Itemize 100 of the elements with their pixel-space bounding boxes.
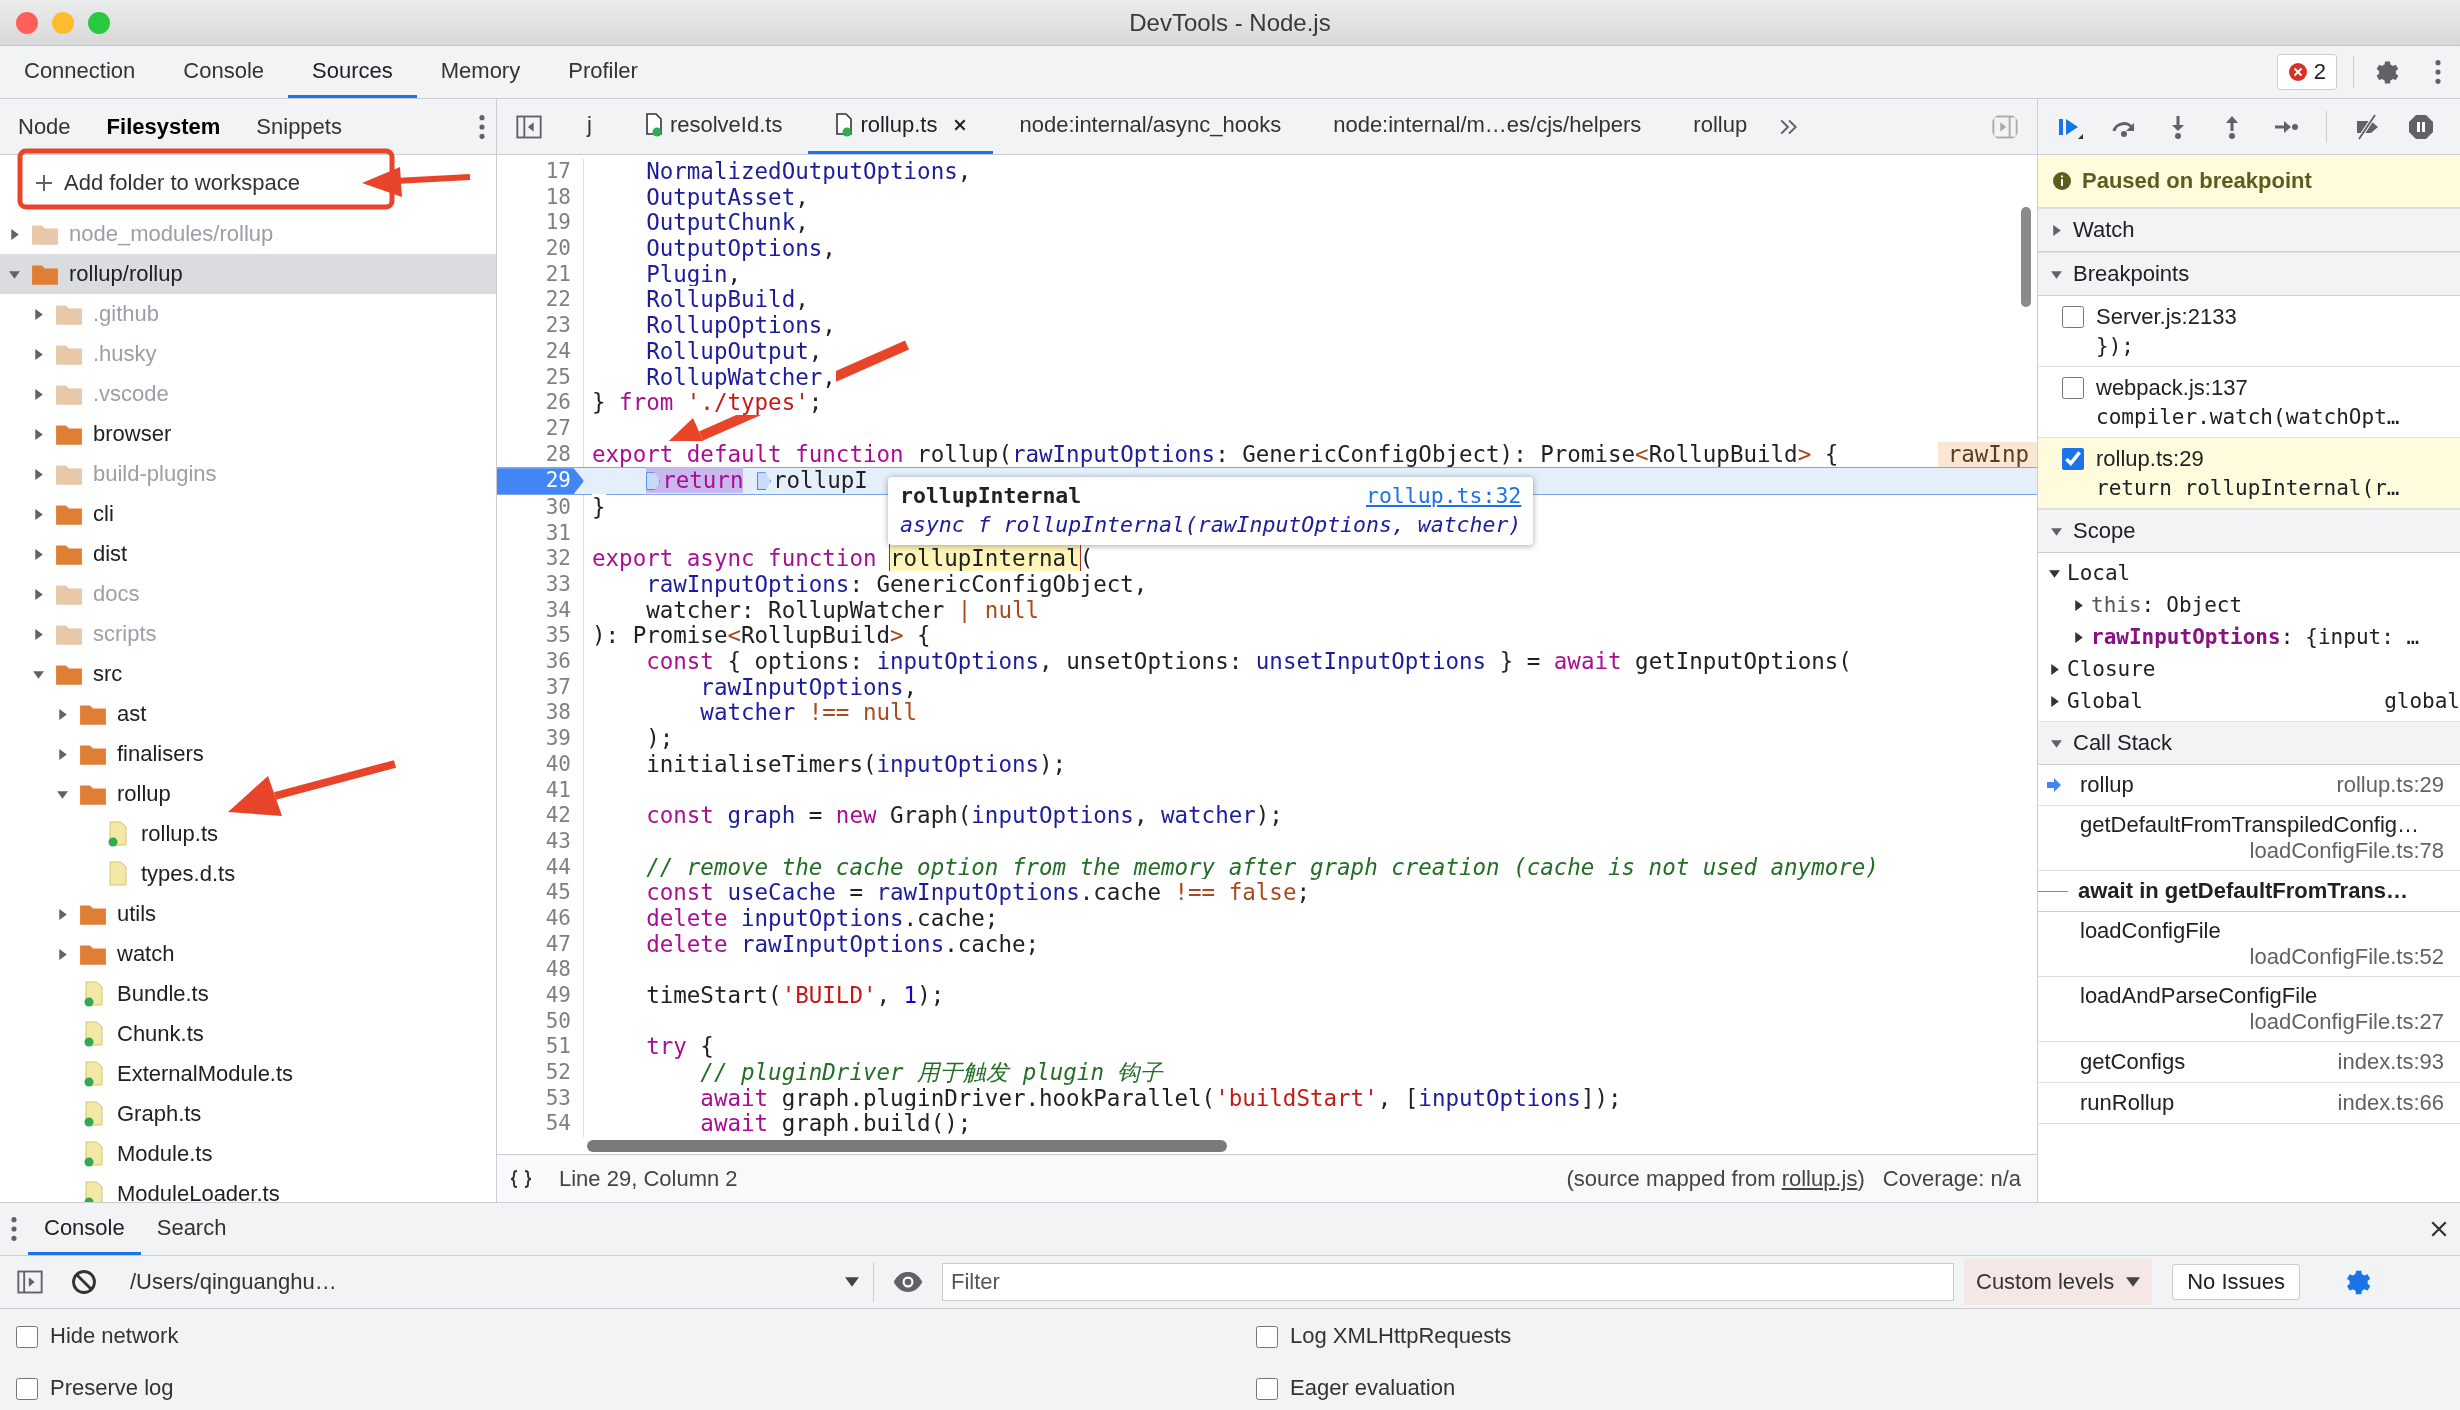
close-icon[interactable] bbox=[2430, 1220, 2448, 1238]
tree-item[interactable]: Chunk.ts bbox=[0, 1014, 496, 1054]
drawer-tab[interactable]: Search bbox=[140, 1203, 243, 1255]
option-checkbox[interactable] bbox=[1256, 1378, 1278, 1400]
tree-item[interactable]: rollup/rollup bbox=[0, 254, 496, 294]
disclosure-triangle-icon[interactable] bbox=[32, 387, 45, 401]
disclosure-triangle-icon[interactable] bbox=[2048, 662, 2061, 676]
line-number[interactable]: 51 bbox=[497, 1034, 584, 1061]
option-checkbox[interactable] bbox=[1256, 1326, 1278, 1348]
line-number[interactable]: 31 bbox=[497, 520, 584, 547]
line-number[interactable]: 18 bbox=[497, 184, 584, 211]
editor-tab[interactable]: rollup bbox=[1667, 99, 1774, 154]
eye-icon[interactable] bbox=[892, 1271, 924, 1293]
breakpoint-checkbox[interactable] bbox=[2062, 306, 2084, 328]
context-selector[interactable]: /Users/qinguanghu… bbox=[124, 1262, 874, 1302]
line-number[interactable]: 34 bbox=[497, 597, 584, 624]
more-tabs-icon[interactable] bbox=[1779, 117, 1800, 136]
disclosure-triangle-icon[interactable] bbox=[8, 227, 21, 241]
option-checkbox[interactable] bbox=[16, 1378, 38, 1400]
disclosure-triangle-icon[interactable] bbox=[2072, 630, 2085, 644]
line-number[interactable]: 20 bbox=[497, 236, 584, 262]
breakpoint-item[interactable]: webpack.js:137 compiler.watch(watchOpt… bbox=[2038, 367, 2460, 438]
pretty-print-icon[interactable] bbox=[509, 1168, 533, 1189]
line-number[interactable]: 46 bbox=[497, 905, 584, 932]
tree-item[interactable]: rollup bbox=[0, 774, 496, 814]
tree-item[interactable]: types.d.ts bbox=[0, 854, 496, 894]
tree-item[interactable]: src bbox=[0, 654, 496, 694]
disclosure-triangle-icon[interactable] bbox=[2072, 598, 2085, 612]
section-header[interactable]: Call Stack bbox=[2038, 721, 2460, 765]
tree-item[interactable]: ModuleLoader.ts bbox=[0, 1174, 496, 1202]
tree-item[interactable]: rollup.ts bbox=[0, 814, 496, 854]
line-number[interactable]: 17 bbox=[497, 159, 584, 185]
log-levels-dropdown[interactable]: Custom levels bbox=[1964, 1259, 2153, 1305]
more-options-icon[interactable] bbox=[10, 1215, 18, 1243]
editor-tab[interactable]: rollup.ts bbox=[808, 99, 994, 154]
tree-item[interactable]: ast bbox=[0, 694, 496, 734]
line-number[interactable]: 39 bbox=[497, 726, 584, 752]
line-number[interactable]: 48 bbox=[497, 957, 584, 983]
tree-item[interactable]: Module.ts bbox=[0, 1134, 496, 1174]
navigator-tab[interactable]: Filesystem bbox=[88, 99, 239, 154]
pause-on-exceptions-icon[interactable] bbox=[2407, 112, 2435, 141]
disclosure-triangle-icon[interactable] bbox=[32, 507, 45, 521]
more-options-icon[interactable] bbox=[478, 112, 486, 141]
disclosure-triangle-icon[interactable] bbox=[32, 347, 45, 361]
line-number[interactable]: 52 bbox=[497, 1060, 584, 1086]
line-number[interactable]: 22 bbox=[497, 287, 584, 314]
line-number[interactable]: 27 bbox=[497, 415, 584, 442]
disclosure-triangle-icon[interactable] bbox=[32, 307, 45, 321]
scrollbar-thumb[interactable] bbox=[587, 1140, 1227, 1152]
section-header[interactable]: Scope bbox=[2038, 509, 2460, 553]
disclosure-triangle-icon[interactable] bbox=[2050, 223, 2063, 237]
line-number[interactable]: 47 bbox=[497, 931, 584, 958]
line-number[interactable]: 35 bbox=[497, 623, 584, 650]
sidebar-toggle-icon[interactable] bbox=[16, 1268, 44, 1296]
more-options-icon[interactable] bbox=[2434, 58, 2442, 86]
line-number[interactable]: 43 bbox=[497, 828, 584, 855]
scrollbar-thumb[interactable] bbox=[2021, 207, 2031, 307]
breakpoint-checkbox[interactable] bbox=[2062, 448, 2084, 470]
line-number[interactable]: 29 bbox=[497, 468, 584, 494]
option-checkbox[interactable] bbox=[16, 1326, 38, 1348]
add-folder-button[interactable]: Add folder to workspace bbox=[0, 155, 496, 210]
line-number[interactable]: 33 bbox=[497, 572, 584, 598]
close-icon[interactable] bbox=[953, 118, 968, 132]
call-frame[interactable]: getConfigs index.ts:93 bbox=[2038, 1042, 2460, 1083]
breakpoint-item[interactable]: rollup.ts:29 return rollupInternal(r… bbox=[2038, 438, 2460, 509]
tree-item[interactable]: finalisers bbox=[0, 734, 496, 774]
line-number[interactable]: 30 bbox=[497, 494, 584, 521]
line-number[interactable]: 49 bbox=[497, 983, 584, 1009]
call-frame[interactable]: await in getDefaultFromTrans… bbox=[2038, 871, 2460, 912]
line-number[interactable]: 40 bbox=[497, 751, 584, 778]
disclosure-triangle-icon[interactable] bbox=[56, 707, 69, 721]
line-number[interactable]: 21 bbox=[497, 261, 584, 288]
call-frame[interactable]: runRollup index.ts:66 bbox=[2038, 1083, 2460, 1124]
line-number[interactable]: 50 bbox=[497, 1008, 584, 1035]
panel-tab[interactable]: Connection bbox=[0, 46, 160, 98]
line-number[interactable]: 25 bbox=[497, 364, 584, 391]
tree-item[interactable]: Bundle.ts bbox=[0, 974, 496, 1014]
tree-item[interactable]: dist bbox=[0, 534, 496, 574]
disclosure-triangle-icon[interactable] bbox=[32, 627, 45, 641]
breakpoint-item[interactable]: Server.js:2133 }); bbox=[2038, 296, 2460, 367]
section-header[interactable]: Breakpoints bbox=[2038, 252, 2460, 296]
disclosure-triangle-icon[interactable] bbox=[56, 907, 69, 921]
line-number[interactable]: 23 bbox=[497, 313, 584, 339]
disclosure-triangle-icon[interactable] bbox=[2048, 694, 2061, 708]
line-number[interactable]: 45 bbox=[497, 880, 584, 906]
line-number[interactable]: 41 bbox=[497, 777, 584, 804]
editor-tab[interactable]: node:internal/m…es/cjs/helpers bbox=[1307, 99, 1668, 154]
section-header[interactable]: Watch bbox=[2038, 208, 2460, 252]
line-number[interactable]: 42 bbox=[497, 803, 584, 829]
error-count-badge[interactable]: 2 bbox=[2276, 54, 2337, 90]
issues-button[interactable]: No Issues bbox=[2172, 1264, 2300, 1300]
panel-tab[interactable]: Memory bbox=[416, 46, 545, 98]
disclosure-triangle-icon[interactable] bbox=[56, 747, 69, 761]
call-frame[interactable]: loadAndParseConfigFile loadConfigFile.ts:27 bbox=[2038, 977, 2460, 1042]
disclosure-triangle-icon[interactable] bbox=[32, 547, 45, 561]
navigator-tab[interactable]: Snippets bbox=[238, 99, 360, 154]
editor-tab[interactable]: resolveId.ts bbox=[617, 99, 809, 154]
disclosure-triangle-icon[interactable] bbox=[56, 947, 69, 961]
line-number[interactable]: 36 bbox=[497, 649, 584, 675]
clear-console-icon[interactable] bbox=[70, 1268, 98, 1296]
